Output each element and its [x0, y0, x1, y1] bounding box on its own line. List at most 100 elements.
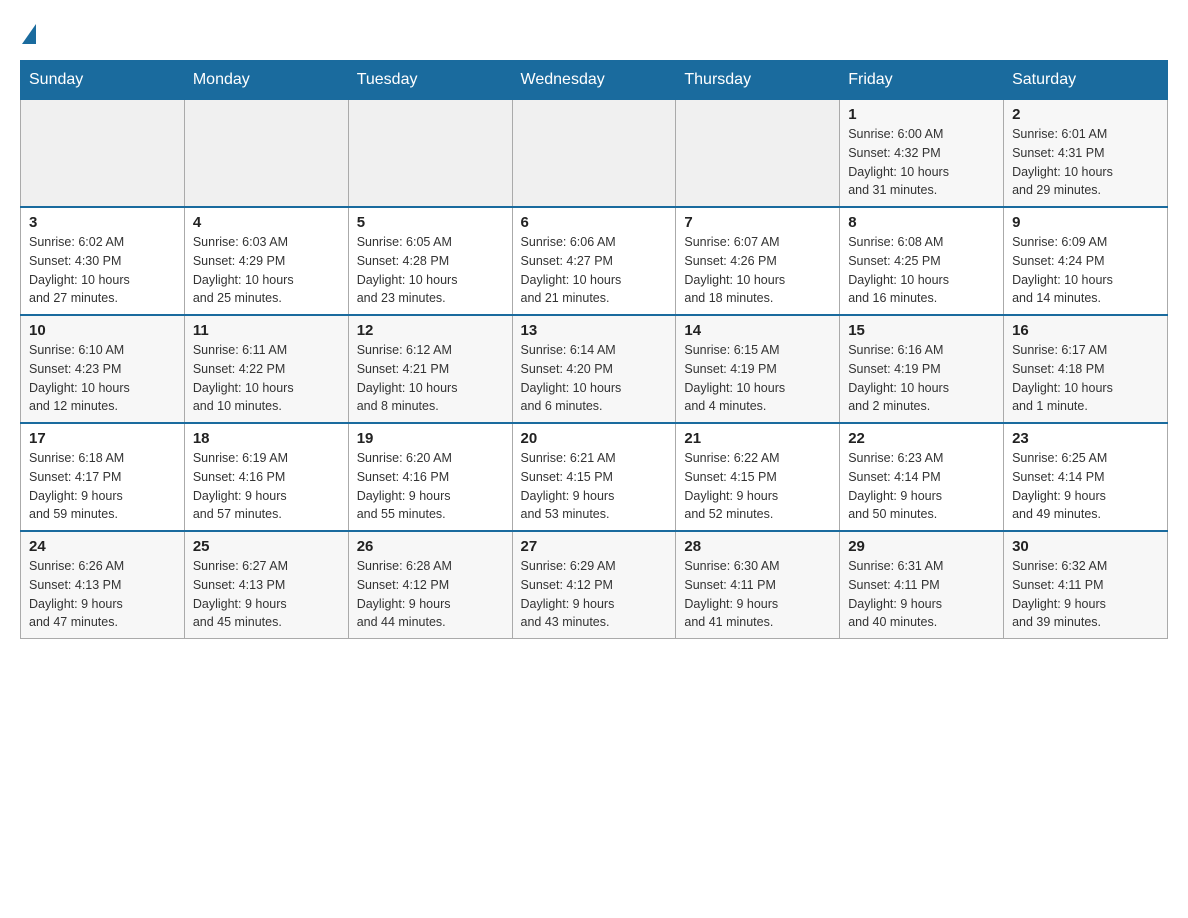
calendar-cell: 6 Sunrise: 6:06 AM Sunset: 4:27 PM Daylig…	[512, 207, 676, 315]
day-number: 13	[521, 322, 668, 339]
calendar-cell: 4 Sunrise: 6:03 AM Sunset: 4:29 PM Daylig…	[184, 207, 348, 315]
day-number: 11	[193, 322, 340, 339]
calendar-cell: 23 Sunrise: 6:25 AM Sunset: 4:14 PM Dayli…	[1004, 423, 1168, 531]
day-number: 22	[848, 430, 995, 447]
day-number: 4	[193, 214, 340, 231]
calendar-week-row: 1Sunrise: 6:00 AM Sunset: 4:32 PM Daylig…	[21, 100, 1168, 208]
day-number: 21	[684, 430, 831, 447]
day-info: Sunrise: 6:23 AM Sunset: 4:14 PM Dayligh…	[848, 449, 995, 524]
day-info: Sunrise: 6:17 AM Sunset: 4:18 PM Dayligh…	[1012, 341, 1159, 416]
weekday-header-tuesday: Tuesday	[348, 61, 512, 100]
weekday-header-monday: Monday	[184, 61, 348, 100]
day-info: Sunrise: 6:16 AM Sunset: 4:19 PM Dayligh…	[848, 341, 995, 416]
day-info: Sunrise: 6:10 AM Sunset: 4:23 PM Dayligh…	[29, 341, 176, 416]
day-info: Sunrise: 6:14 AM Sunset: 4:20 PM Dayligh…	[521, 341, 668, 416]
calendar-cell	[348, 100, 512, 208]
day-number: 10	[29, 322, 176, 339]
day-number: 28	[684, 538, 831, 555]
day-number: 24	[29, 538, 176, 555]
day-number: 26	[357, 538, 504, 555]
day-info: Sunrise: 6:01 AM Sunset: 4:31 PM Dayligh…	[1012, 125, 1159, 200]
day-info: Sunrise: 6:06 AM Sunset: 4:27 PM Dayligh…	[521, 233, 668, 308]
calendar-cell: 5Sunrise: 6:05 AM Sunset: 4:28 PM Daylig…	[348, 207, 512, 315]
day-info: Sunrise: 6:12 AM Sunset: 4:21 PM Dayligh…	[357, 341, 504, 416]
calendar-cell: 26 Sunrise: 6:28 AM Sunset: 4:12 PM Dayli…	[348, 531, 512, 639]
calendar-cell: 30Sunrise: 6:32 AM Sunset: 4:11 PM Dayli…	[1004, 531, 1168, 639]
day-info: Sunrise: 6:00 AM Sunset: 4:32 PM Dayligh…	[848, 125, 995, 200]
weekday-header-wednesday: Wednesday	[512, 61, 676, 100]
day-info: Sunrise: 6:32 AM Sunset: 4:11 PM Dayligh…	[1012, 557, 1159, 632]
calendar-cell: 20 Sunrise: 6:21 AM Sunset: 4:15 PM Dayli…	[512, 423, 676, 531]
calendar-cell: 16 Sunrise: 6:17 AM Sunset: 4:18 PM Dayli…	[1004, 315, 1168, 423]
day-number: 5	[357, 214, 504, 231]
day-info: Sunrise: 6:27 AM Sunset: 4:13 PM Dayligh…	[193, 557, 340, 632]
calendar-cell: 1Sunrise: 6:00 AM Sunset: 4:32 PM Daylig…	[840, 100, 1004, 208]
calendar-cell: 29Sunrise: 6:31 AM Sunset: 4:11 PM Dayli…	[840, 531, 1004, 639]
day-number: 23	[1012, 430, 1159, 447]
calendar-cell: 9 Sunrise: 6:09 AM Sunset: 4:24 PM Daylig…	[1004, 207, 1168, 315]
day-number: 19	[357, 430, 504, 447]
calendar-cell: 21 Sunrise: 6:22 AM Sunset: 4:15 PM Dayli…	[676, 423, 840, 531]
calendar-cell	[676, 100, 840, 208]
calendar-cell: 18 Sunrise: 6:19 AM Sunset: 4:16 PM Dayli…	[184, 423, 348, 531]
weekday-header-saturday: Saturday	[1004, 61, 1168, 100]
calendar-week-row: 24 Sunrise: 6:26 AM Sunset: 4:13 PM Dayli…	[21, 531, 1168, 639]
day-info: Sunrise: 6:30 AM Sunset: 4:11 PM Dayligh…	[684, 557, 831, 632]
day-info: Sunrise: 6:11 AM Sunset: 4:22 PM Dayligh…	[193, 341, 340, 416]
calendar-cell: 27Sunrise: 6:29 AM Sunset: 4:12 PM Dayli…	[512, 531, 676, 639]
calendar-cell: 10 Sunrise: 6:10 AM Sunset: 4:23 PM Dayli…	[21, 315, 185, 423]
day-info: Sunrise: 6:28 AM Sunset: 4:12 PM Dayligh…	[357, 557, 504, 632]
weekday-header-row: SundayMondayTuesdayWednesdayThursdayFrid…	[21, 61, 1168, 100]
calendar-week-row: 3 Sunrise: 6:02 AM Sunset: 4:30 PM Daylig…	[21, 207, 1168, 315]
day-number: 25	[193, 538, 340, 555]
day-info: Sunrise: 6:02 AM Sunset: 4:30 PM Dayligh…	[29, 233, 176, 308]
logo	[20, 20, 62, 40]
calendar-cell: 11 Sunrise: 6:11 AM Sunset: 4:22 PM Dayli…	[184, 315, 348, 423]
day-info: Sunrise: 6:07 AM Sunset: 4:26 PM Dayligh…	[684, 233, 831, 308]
calendar-cell: 17Sunrise: 6:18 AM Sunset: 4:17 PM Dayli…	[21, 423, 185, 531]
calendar-cell: 24 Sunrise: 6:26 AM Sunset: 4:13 PM Dayli…	[21, 531, 185, 639]
day-info: Sunrise: 6:21 AM Sunset: 4:15 PM Dayligh…	[521, 449, 668, 524]
day-number: 2	[1012, 106, 1159, 123]
calendar-cell: 19 Sunrise: 6:20 AM Sunset: 4:16 PM Dayli…	[348, 423, 512, 531]
day-number: 20	[521, 430, 668, 447]
day-number: 6	[521, 214, 668, 231]
calendar-table: SundayMondayTuesdayWednesdayThursdayFrid…	[20, 60, 1168, 639]
calendar-week-row: 17Sunrise: 6:18 AM Sunset: 4:17 PM Dayli…	[21, 423, 1168, 531]
calendar-cell: 28 Sunrise: 6:30 AM Sunset: 4:11 PM Dayli…	[676, 531, 840, 639]
day-number: 27	[521, 538, 668, 555]
calendar-cell	[512, 100, 676, 208]
day-number: 14	[684, 322, 831, 339]
weekday-header-friday: Friday	[840, 61, 1004, 100]
day-info: Sunrise: 6:26 AM Sunset: 4:13 PM Dayligh…	[29, 557, 176, 632]
calendar-cell: 13 Sunrise: 6:14 AM Sunset: 4:20 PM Dayli…	[512, 315, 676, 423]
day-info: Sunrise: 6:18 AM Sunset: 4:17 PM Dayligh…	[29, 449, 176, 524]
calendar-cell	[184, 100, 348, 208]
day-number: 16	[1012, 322, 1159, 339]
day-number: 8	[848, 214, 995, 231]
day-info: Sunrise: 6:19 AM Sunset: 4:16 PM Dayligh…	[193, 449, 340, 524]
day-number: 9	[1012, 214, 1159, 231]
day-info: Sunrise: 6:09 AM Sunset: 4:24 PM Dayligh…	[1012, 233, 1159, 308]
day-info: Sunrise: 6:20 AM Sunset: 4:16 PM Dayligh…	[357, 449, 504, 524]
calendar-cell: 8 Sunrise: 6:08 AM Sunset: 4:25 PM Daylig…	[840, 207, 1004, 315]
day-info: Sunrise: 6:15 AM Sunset: 4:19 PM Dayligh…	[684, 341, 831, 416]
day-info: Sunrise: 6:08 AM Sunset: 4:25 PM Dayligh…	[848, 233, 995, 308]
day-number: 3	[29, 214, 176, 231]
day-info: Sunrise: 6:25 AM Sunset: 4:14 PM Dayligh…	[1012, 449, 1159, 524]
day-number: 7	[684, 214, 831, 231]
calendar-cell: 12 Sunrise: 6:12 AM Sunset: 4:21 PM Dayli…	[348, 315, 512, 423]
logo-triangle-icon	[22, 24, 36, 44]
page-header	[20, 20, 1168, 40]
calendar-cell: 25 Sunrise: 6:27 AM Sunset: 4:13 PM Dayli…	[184, 531, 348, 639]
calendar-cell: 22 Sunrise: 6:23 AM Sunset: 4:14 PM Dayli…	[840, 423, 1004, 531]
weekday-header-sunday: Sunday	[21, 61, 185, 100]
calendar-cell: 15Sunrise: 6:16 AM Sunset: 4:19 PM Dayli…	[840, 315, 1004, 423]
day-info: Sunrise: 6:22 AM Sunset: 4:15 PM Dayligh…	[684, 449, 831, 524]
calendar-week-row: 10 Sunrise: 6:10 AM Sunset: 4:23 PM Dayli…	[21, 315, 1168, 423]
day-info: Sunrise: 6:03 AM Sunset: 4:29 PM Dayligh…	[193, 233, 340, 308]
calendar-cell: 2 Sunrise: 6:01 AM Sunset: 4:31 PM Daylig…	[1004, 100, 1168, 208]
day-number: 18	[193, 430, 340, 447]
day-number: 12	[357, 322, 504, 339]
weekday-header-thursday: Thursday	[676, 61, 840, 100]
